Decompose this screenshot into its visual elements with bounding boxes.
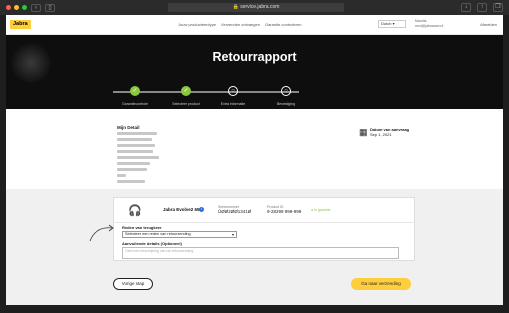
serial-field: Serienummer ÛØØ2ØØ1341Ø	[218, 205, 251, 214]
reason-label: Reden van terugkeer	[122, 225, 162, 230]
minimize-window-icon[interactable]	[14, 5, 19, 10]
step-4-circle-icon: ○	[281, 86, 291, 96]
hero-banner: Retourrapport ✓ ✓ ○ ○ Garantiecontrole S…	[6, 35, 503, 109]
step-label-extra: Extra informatie	[220, 102, 246, 106]
calendar-icon: ▦	[359, 127, 368, 137]
redacted-line	[117, 144, 155, 147]
share-icon[interactable]: ↑	[477, 3, 487, 12]
step-3-circle-icon: ○	[228, 86, 238, 96]
redacted-line	[117, 138, 152, 141]
request-date: Datum van aanvraag Sep 1, 2021	[370, 127, 409, 137]
language-select[interactable]: Dutch ▾	[378, 20, 406, 28]
download-icon[interactable]: ↓	[461, 3, 471, 12]
nav-link-warranty[interactable]: Garantie controleren	[265, 22, 301, 27]
browser-toolbar: ‹ ▯ 🔒 service.jabra.com ↓ ↑ ❐	[0, 0, 509, 15]
tabs-icon[interactable]: ❐	[493, 3, 503, 12]
details-section: Mijn Detail ▦ Datum van aanvraag Sep 1, …	[6, 109, 503, 189]
headset-icon: 🎧	[128, 205, 142, 217]
info-icon[interactable]: i	[199, 207, 204, 212]
window-controls	[6, 5, 27, 10]
zoom-window-icon[interactable]	[22, 5, 27, 10]
close-window-icon[interactable]	[6, 5, 11, 10]
go-to-shipping-button[interactable]: Ga naar verzending	[351, 278, 411, 290]
user-email: mvd@jabrauser.nl	[415, 23, 444, 28]
annotation-arrow	[89, 224, 114, 242]
step-label-warranty: Garantiecontrole	[122, 102, 148, 106]
product-card: 🎧 Jabra Evolve2 65 i Serienummer ÛØØ2ØØ1…	[113, 197, 415, 261]
productid-value: 9-28299 999-999	[267, 208, 302, 214]
comment-label: Aanvullende details (Optioneel)	[122, 241, 182, 246]
logout-link[interactable]: Afmelden	[480, 22, 497, 27]
progress-track	[113, 91, 299, 93]
reason-select[interactable]: Selecteer een reden van retourzending ▾	[122, 231, 237, 238]
user-info: Maurits mvd@jabrauser.nl	[415, 19, 443, 28]
address-bar[interactable]: 🔒 service.jabra.com	[168, 3, 344, 12]
nav-link-products[interactable]: Jouw producteentype	[178, 22, 216, 27]
redacted-line	[117, 168, 147, 171]
redacted-line	[117, 180, 145, 183]
back-icon[interactable]: ‹	[31, 3, 41, 12]
main-nav: Jouw producteentype Verzenden ontvangen …	[178, 22, 301, 27]
product-section: 🎧 Jabra Evolve2 65 i Serienummer ÛØØ2ØØ1…	[6, 189, 503, 305]
productid-field: Product ID 9-28299 999-999	[267, 205, 301, 214]
site-header: Jabra Jouw producteentype Verzenden ontv…	[6, 15, 503, 35]
chevron-down-icon: ▾	[231, 232, 234, 237]
warranty-status: ● In garantie	[311, 208, 331, 212]
redacted-line	[117, 150, 153, 153]
nav-link-shipping[interactable]: Verzenden ontvangen	[221, 22, 260, 27]
page-title: Retourrapport	[212, 50, 297, 64]
redacted-line	[117, 174, 126, 177]
footer	[6, 305, 503, 313]
step-2-check-icon: ✓	[181, 86, 191, 96]
details-title: Mijn Detail	[117, 125, 140, 130]
previous-step-button[interactable]: Vorige stap	[113, 278, 153, 290]
step-label-product: Selecteer product	[172, 102, 200, 106]
product-name: Jabra Evolve2 65	[163, 207, 200, 212]
sidebar-icon[interactable]: ▯	[45, 3, 55, 12]
jabra-logo[interactable]: Jabra	[10, 20, 31, 29]
page: Jabra Jouw producteentype Verzenden ontv…	[6, 15, 503, 313]
redacted-line	[117, 156, 159, 159]
step-label-confirm: Bevestiging	[276, 102, 296, 106]
date-value: Sep 1, 2021	[370, 132, 392, 137]
step-1-check-icon: ✓	[130, 86, 140, 96]
redacted-name	[117, 132, 157, 135]
redacted-line	[117, 162, 150, 165]
divider	[114, 222, 414, 223]
comment-textarea[interactable]: Geef een beschrijving van uw retourzendi…	[122, 247, 399, 259]
serial-value: ÛØØ2ØØ1341Ø	[218, 208, 252, 214]
